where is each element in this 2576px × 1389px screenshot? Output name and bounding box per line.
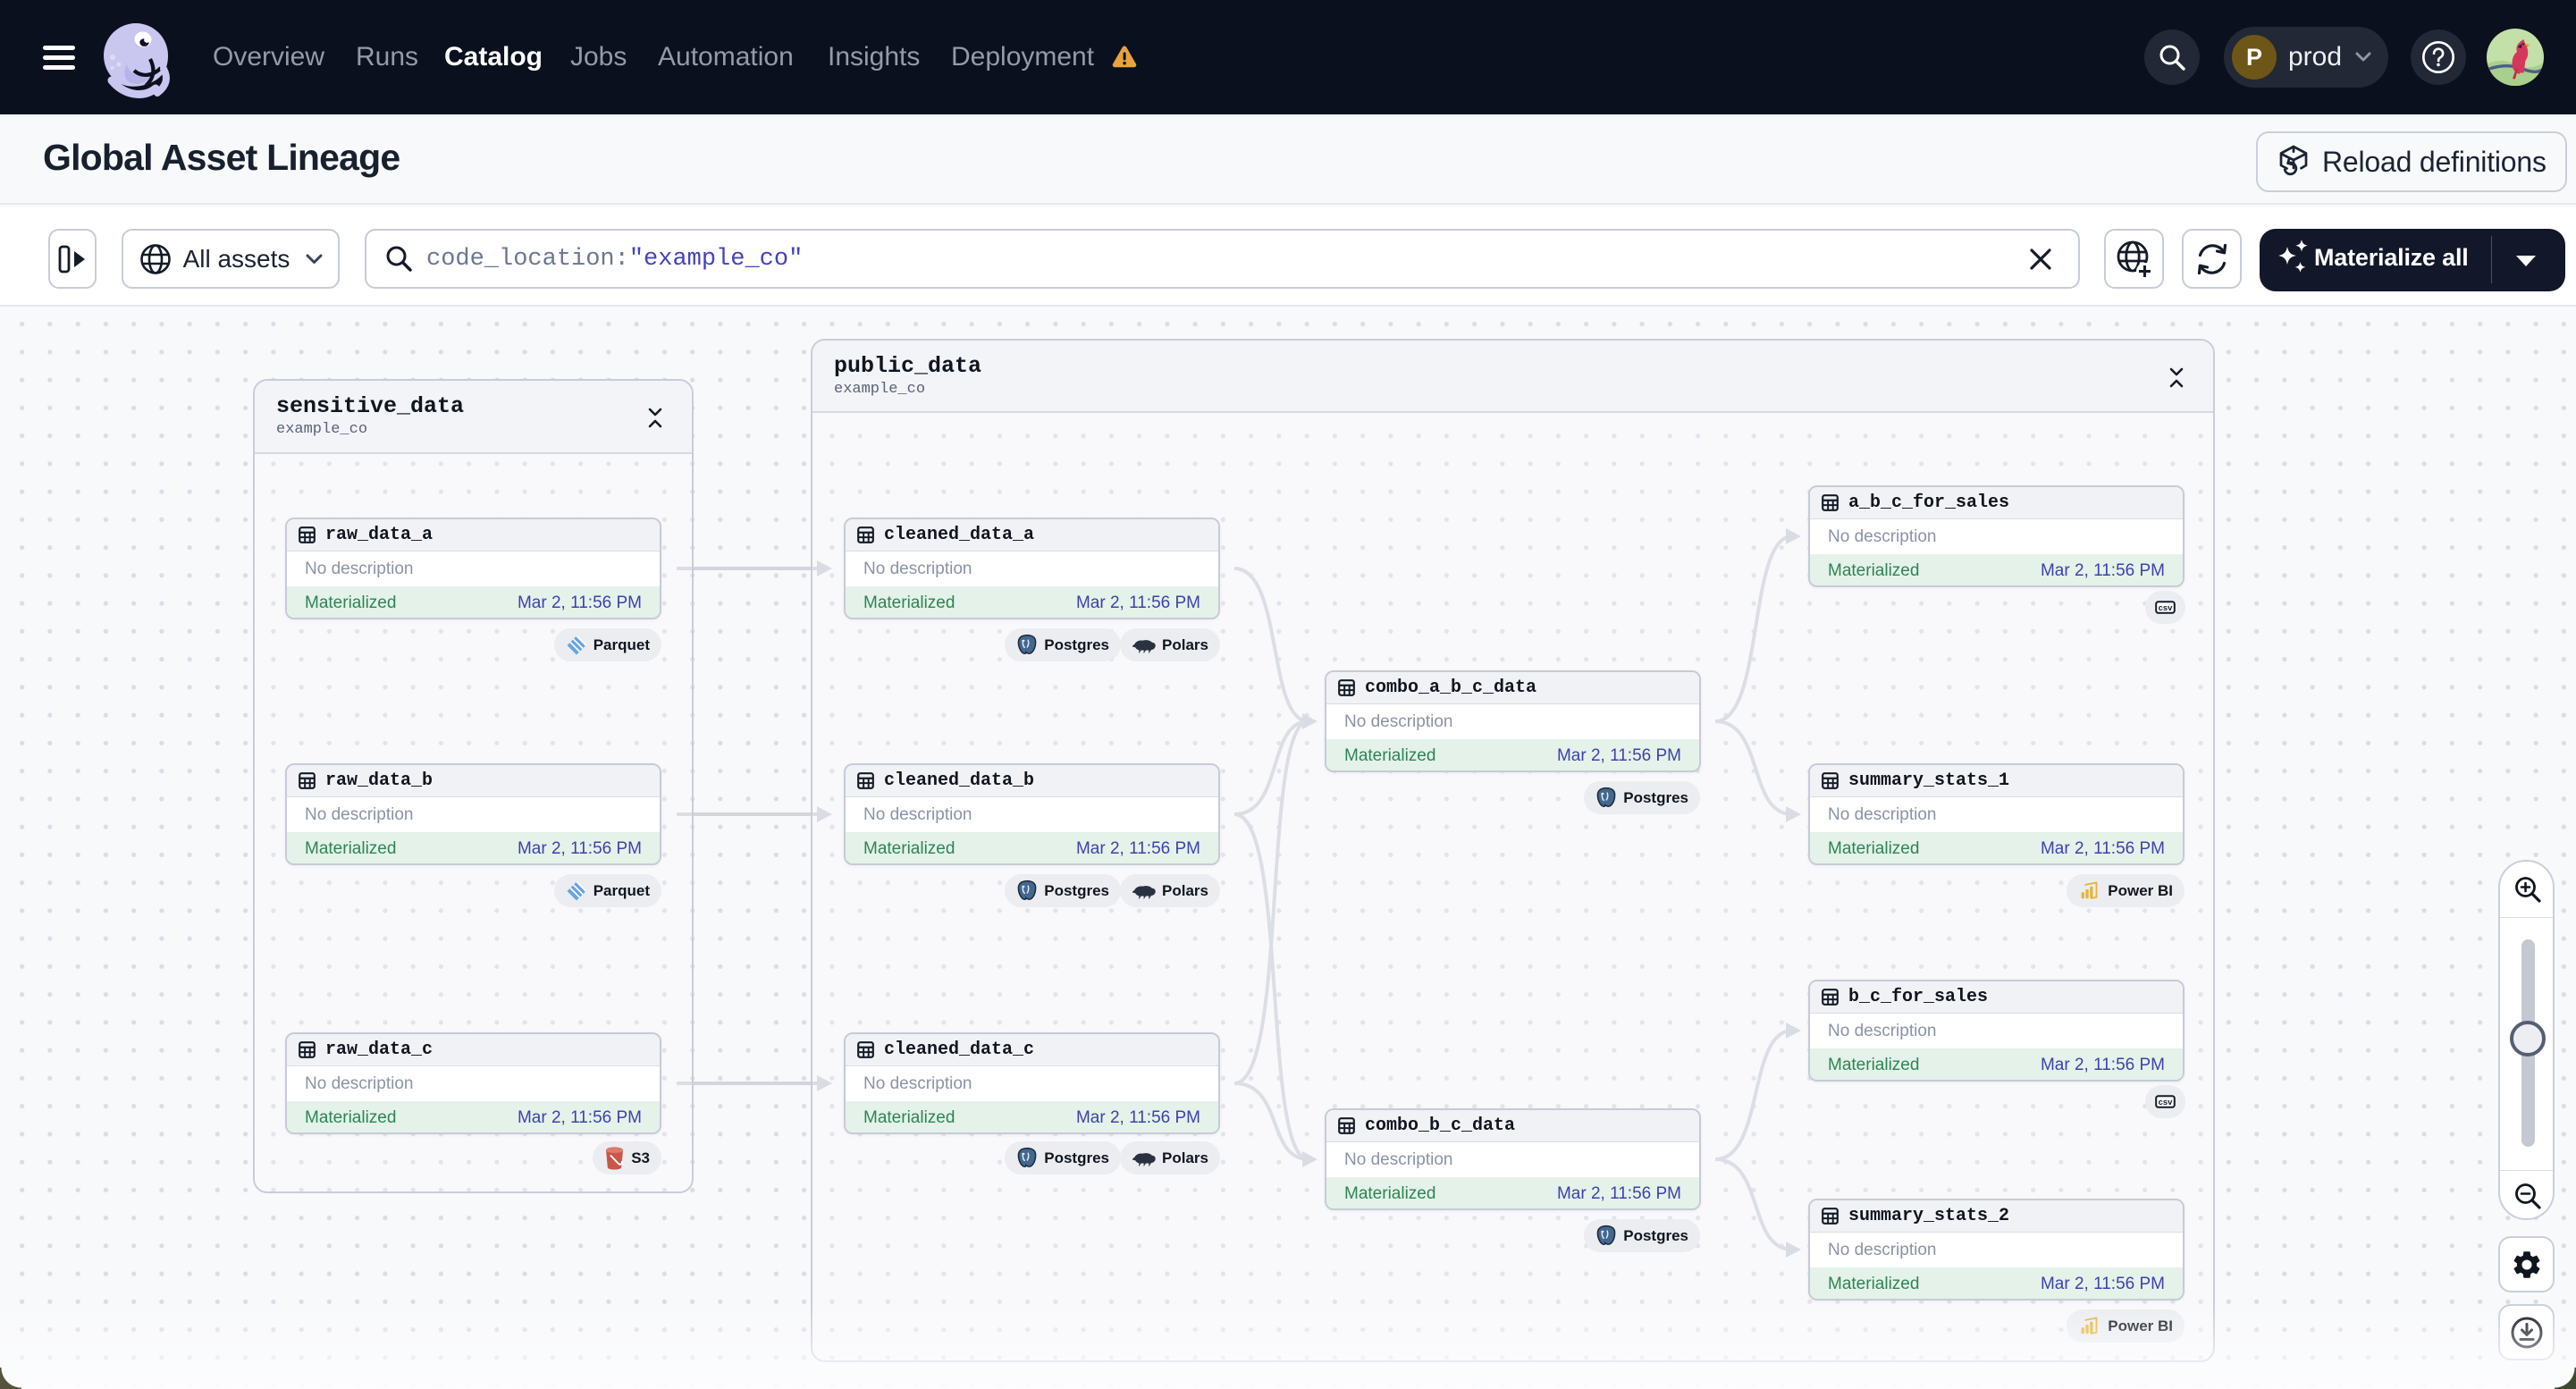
svg-text:csv: csv xyxy=(2159,1098,2174,1107)
svg-text:csv: csv xyxy=(2159,603,2174,613)
